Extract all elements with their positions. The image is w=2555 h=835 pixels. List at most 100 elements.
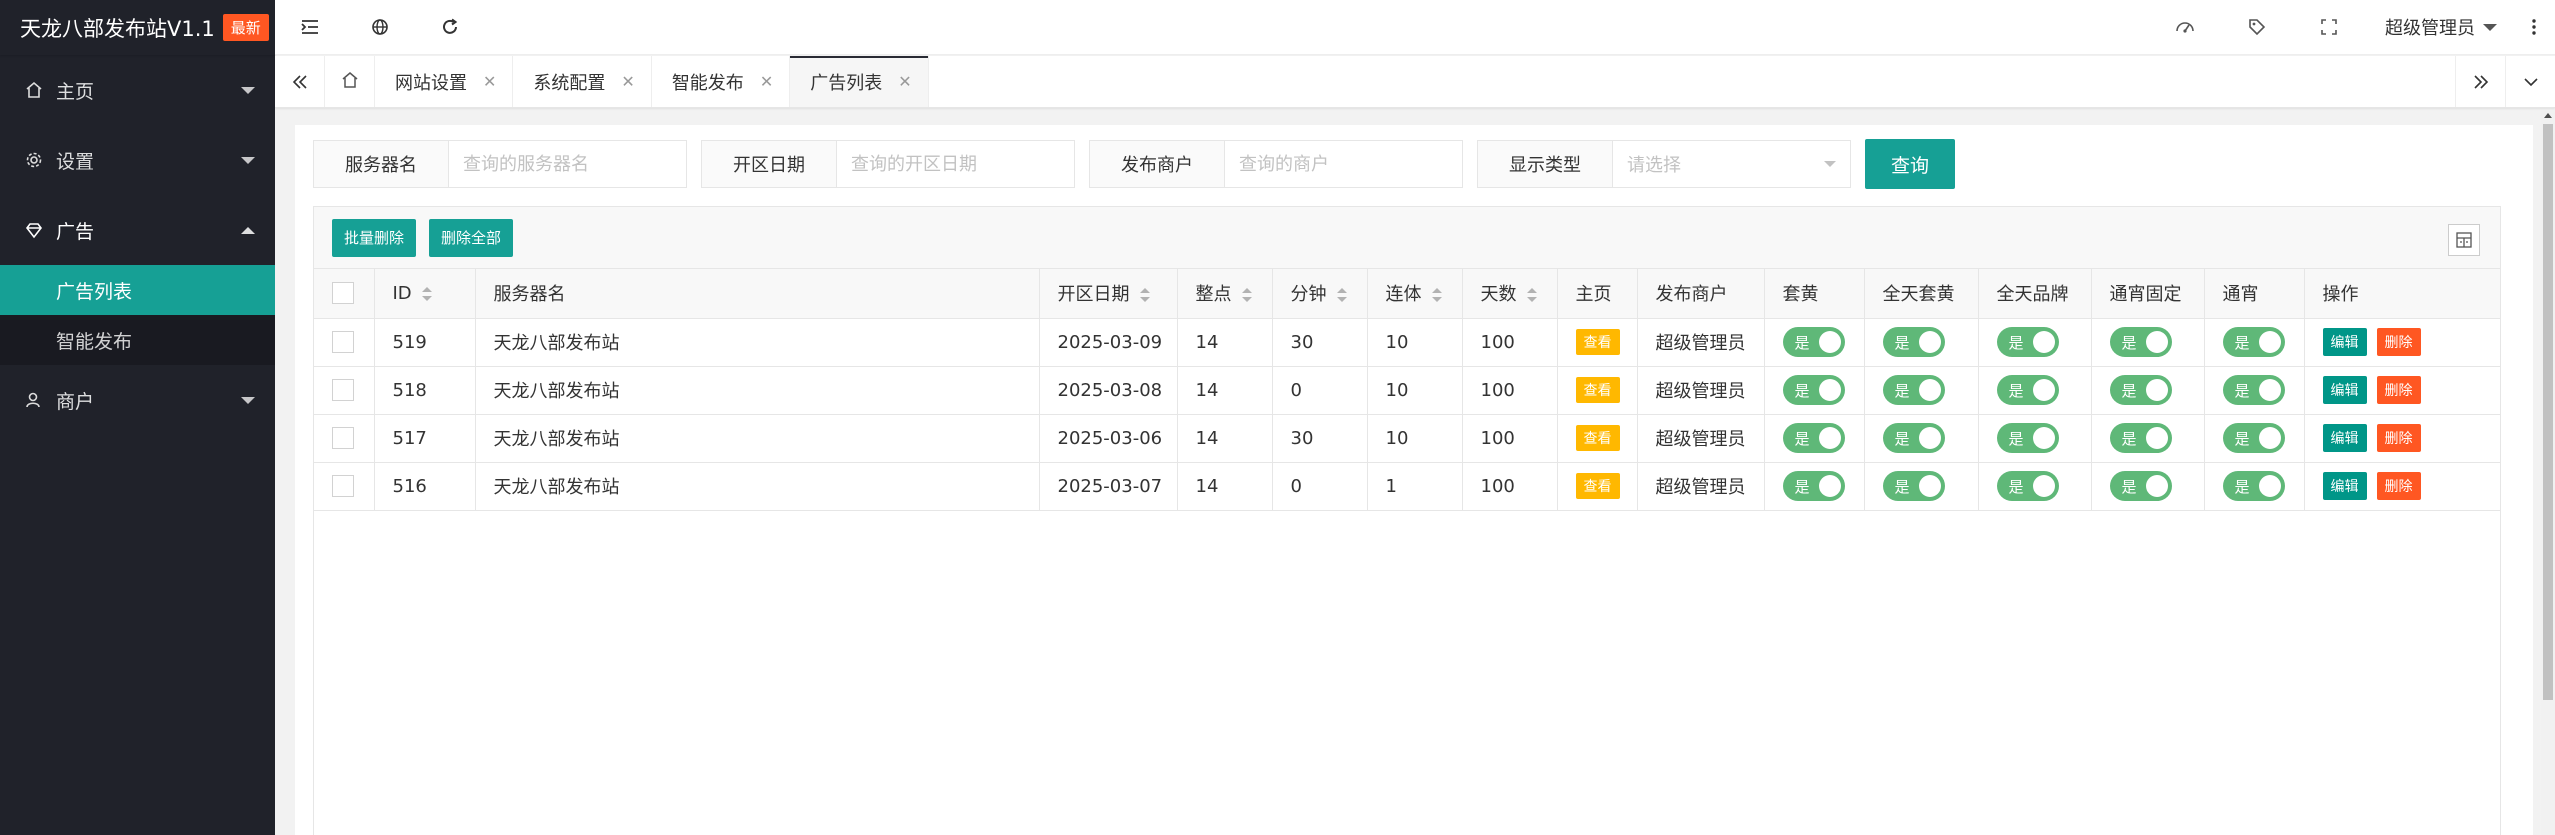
query-button[interactable]: 查询 xyxy=(1865,139,1956,189)
overnight-fixed-toggle[interactable]: 是 xyxy=(2109,327,2172,357)
theme-icon[interactable] xyxy=(2149,0,2221,55)
view-button[interactable]: 查看 xyxy=(1575,329,1620,355)
sort-icon[interactable] xyxy=(1139,287,1150,303)
overnight-fixed-toggle[interactable]: 是 xyxy=(2109,423,2172,453)
user-menu[interactable]: 超级管理员 xyxy=(2365,14,2513,40)
page-scrollbar[interactable] xyxy=(2541,110,2555,835)
overnight-toggle[interactable]: 是 xyxy=(2222,423,2285,453)
edit-button[interactable]: 编辑 xyxy=(2322,328,2367,356)
sidebar-item-home[interactable]: 主页 xyxy=(0,55,275,125)
search-form: 服务器名 开区日期 发布商户 显示类型 请选择 查询 xyxy=(313,139,1956,189)
view-button[interactable]: 查看 xyxy=(1575,425,1620,451)
menu-collapse-icon[interactable] xyxy=(275,0,345,55)
sort-icon[interactable] xyxy=(1336,287,1347,303)
more-vertical-icon[interactable] xyxy=(2513,18,2555,36)
tab-system-config[interactable]: 系统配置 ✕ xyxy=(513,56,652,107)
overnight-fixed-toggle[interactable]: 是 xyxy=(2109,375,2172,405)
id-cell: 518 xyxy=(374,366,476,415)
close-icon[interactable]: ✕ xyxy=(760,72,773,91)
tabs-menu-chevron-down-icon[interactable] xyxy=(2505,56,2555,107)
delete-button[interactable]: 删除 xyxy=(2376,328,2421,356)
allday-brand-toggle[interactable]: 是 xyxy=(1996,471,2059,501)
ad-table-container: 批量删除 删除全部 ID 服务器名 开区日期 整点 分钟 连体 天数 主页 发布… xyxy=(313,206,2501,835)
edit-button[interactable]: 编辑 xyxy=(2322,376,2367,404)
fullscreen-icon[interactable] xyxy=(2293,0,2365,55)
sidebar-item-merchant[interactable]: 商户 xyxy=(0,365,275,435)
row-checkbox[interactable] xyxy=(332,331,354,353)
row-checkbox[interactable] xyxy=(332,379,354,401)
open-date-input[interactable] xyxy=(837,141,1074,187)
overnight-toggle[interactable]: 是 xyxy=(2222,471,2285,501)
sort-icon[interactable] xyxy=(1241,287,1252,303)
col-id[interactable]: ID xyxy=(374,269,476,319)
col-days[interactable]: 天数 xyxy=(1462,269,1558,319)
view-button[interactable]: 查看 xyxy=(1575,473,1620,499)
hour-cell: 14 xyxy=(1177,414,1273,463)
tag-icon[interactable] xyxy=(2221,0,2293,55)
server-name-input[interactable] xyxy=(449,141,686,187)
allday-brand-toggle[interactable]: 是 xyxy=(1996,327,2059,357)
row-checkbox[interactable] xyxy=(332,427,354,449)
actions-cell: 编辑 删除 xyxy=(2304,366,2500,415)
col-linked[interactable]: 连体 xyxy=(1367,269,1463,319)
refresh-icon[interactable] xyxy=(415,0,485,55)
overnight-toggle[interactable]: 是 xyxy=(2222,327,2285,357)
taohuang-toggle[interactable]: 是 xyxy=(1782,327,1845,357)
taohuang-toggle[interactable]: 是 xyxy=(1782,423,1845,453)
tab-site-settings[interactable]: 网站设置 ✕ xyxy=(375,56,514,107)
allday-brand-toggle[interactable]: 是 xyxy=(1996,375,2059,405)
view-button[interactable]: 查看 xyxy=(1575,377,1620,403)
id-cell: 516 xyxy=(374,462,476,511)
delete-button[interactable]: 删除 xyxy=(2376,472,2421,500)
delete-all-button[interactable]: 删除全部 xyxy=(429,218,514,257)
close-icon[interactable]: ✕ xyxy=(621,72,634,91)
display-type-select[interactable]: 请选择 xyxy=(1613,141,1850,187)
scroll-up-icon[interactable] xyxy=(2544,113,2552,118)
sidebar-item-settings[interactable]: 设置 xyxy=(0,125,275,195)
select-all-cell xyxy=(314,269,375,319)
close-icon[interactable]: ✕ xyxy=(898,72,911,91)
allday-taohuang-toggle[interactable]: 是 xyxy=(1882,327,1945,357)
select-all-checkbox[interactable] xyxy=(332,282,354,305)
tab-ad-list[interactable]: 广告列表 ✕ xyxy=(790,56,929,107)
globe-icon[interactable] xyxy=(345,0,415,55)
column-filter-icon[interactable] xyxy=(2448,224,2480,256)
sort-icon[interactable] xyxy=(421,286,432,302)
scrollbar-thumb[interactable] xyxy=(2543,124,2553,700)
delete-button[interactable]: 删除 xyxy=(2376,376,2421,404)
delete-button[interactable]: 删除 xyxy=(2376,424,2421,452)
toggle-knob xyxy=(1918,427,1941,449)
col-minute[interactable]: 分钟 xyxy=(1272,269,1368,319)
toggle-label: 是 xyxy=(2008,381,2024,400)
toggle-label: 是 xyxy=(2121,381,2137,400)
allday-taohuang-toggle[interactable]: 是 xyxy=(1882,471,1945,501)
allday-taohuang-toggle[interactable]: 是 xyxy=(1882,423,1945,453)
tabs-scroll-right-icon[interactable] xyxy=(2455,56,2505,107)
sort-icon[interactable] xyxy=(1526,287,1537,303)
sidebar-item-smart-publish[interactable]: 智能发布 xyxy=(0,315,275,365)
row-checkbox[interactable] xyxy=(332,475,354,497)
tab-smart-publish[interactable]: 智能发布 ✕ xyxy=(652,56,791,107)
overnight-toggle[interactable]: 是 xyxy=(2222,375,2285,405)
col-open-date[interactable]: 开区日期 xyxy=(1039,269,1178,319)
app-title: 天龙八部发布站V1.1 xyxy=(20,16,215,41)
allday-taohuang-toggle[interactable]: 是 xyxy=(1882,375,1945,405)
taohuang-toggle[interactable]: 是 xyxy=(1782,471,1845,501)
close-icon[interactable]: ✕ xyxy=(483,72,496,91)
days-cell: 100 xyxy=(1462,414,1558,463)
taohuang-toggle[interactable]: 是 xyxy=(1782,375,1845,405)
overnight-fixed-toggle[interactable]: 是 xyxy=(2109,471,2172,501)
allday-brand-toggle[interactable]: 是 xyxy=(1996,423,2059,453)
batch-delete-button[interactable]: 批量删除 xyxy=(332,218,417,257)
edit-button[interactable]: 编辑 xyxy=(2322,424,2367,452)
sidebar-item-ads[interactable]: 广告 xyxy=(0,195,275,265)
col-hour[interactable]: 整点 xyxy=(1177,269,1273,319)
edit-button[interactable]: 编辑 xyxy=(2322,472,2367,500)
tabs-scroll-left-icon[interactable] xyxy=(275,56,325,107)
toggle-knob xyxy=(1918,331,1941,353)
sort-icon[interactable] xyxy=(1431,287,1442,303)
sidebar-item-ad-list[interactable]: 广告列表 xyxy=(0,265,275,315)
merchant-input[interactable] xyxy=(1225,141,1462,187)
tab-home[interactable] xyxy=(325,56,375,107)
app-logo[interactable]: 天龙八部发布站V1.1 最新 xyxy=(0,0,275,55)
